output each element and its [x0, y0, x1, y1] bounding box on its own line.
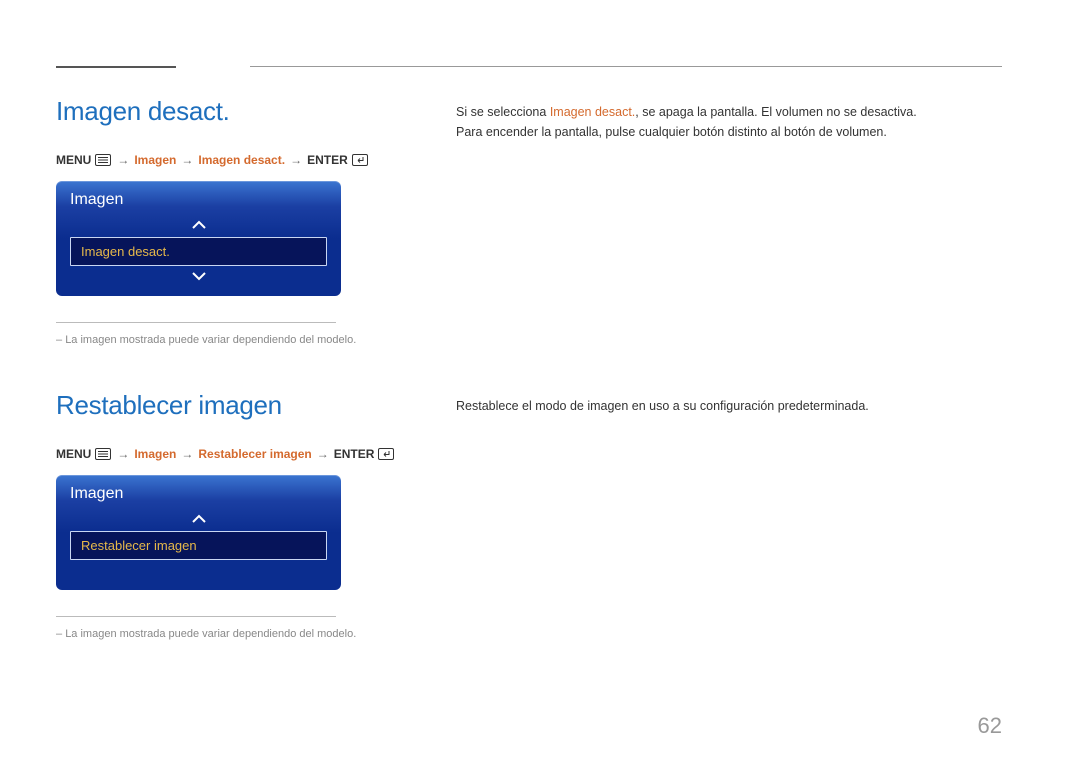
document-page: Imagen desact. MENU → Imagen → Imagen de… [0, 0, 1080, 763]
breadcrumb-enter: ENTER [334, 447, 375, 461]
osd-panel: Imagen Imagen desact. [56, 181, 341, 296]
note-text: La imagen mostrada puede variar dependie… [56, 627, 446, 642]
rule-thick [56, 66, 176, 68]
osd-selected-item: Imagen desact. [70, 237, 327, 266]
section-restablecer-imagen: Restablecer imagen MENU → Imagen → Resta… [56, 390, 1002, 642]
arrow-icon: → [288, 153, 304, 167]
arrow-icon: → [179, 153, 195, 167]
note-divider [56, 616, 336, 617]
section-heading: Imagen desact. [56, 96, 446, 127]
breadcrumb: MENU → Imagen → Restablecer imagen → ENT… [56, 447, 446, 461]
body-paragraph: Para encender la pantalla, pulse cualqui… [456, 122, 1002, 142]
left-column: Imagen desact. MENU → Imagen → Imagen de… [56, 96, 456, 348]
breadcrumb-enter: ENTER [307, 153, 348, 167]
breadcrumb-menu: MENU [56, 153, 91, 167]
note-divider [56, 322, 336, 323]
osd-title: Imagen [56, 181, 341, 217]
section-heading: Restablecer imagen [56, 390, 446, 421]
chevron-up-icon [191, 217, 207, 235]
arrow-icon: → [115, 153, 131, 167]
osd-title: Imagen [56, 475, 341, 511]
enter-icon [352, 154, 368, 166]
section-imagen-desact: Imagen desact. MENU → Imagen → Imagen de… [56, 96, 1002, 348]
menu-icon [95, 154, 111, 166]
breadcrumb: MENU → Imagen → Imagen desact. → ENTER [56, 153, 446, 167]
chevron-down-icon [191, 268, 207, 286]
arrow-icon: → [315, 447, 331, 461]
body-text: Si se selecciona [456, 105, 550, 119]
body-paragraph: Restablece el modo de imagen en uso a su… [456, 396, 1002, 416]
osd-scroll-down-row [56, 268, 341, 286]
osd-panel: Imagen Restablecer imagen [56, 475, 341, 590]
rule-thin [250, 66, 1002, 67]
osd-selected-item: Restablecer imagen [70, 531, 327, 560]
breadcrumb-level1: Imagen [134, 447, 176, 461]
right-column: Si se selecciona Imagen desact., se apag… [456, 96, 1002, 142]
arrow-icon: → [115, 447, 131, 461]
right-column: Restablece el modo de imagen en uso a su… [456, 390, 1002, 416]
body-paragraph: Si se selecciona Imagen desact., se apag… [456, 102, 1002, 122]
enter-icon [378, 448, 394, 460]
breadcrumb-level2: Restablecer imagen [198, 447, 311, 461]
left-column: Restablecer imagen MENU → Imagen → Resta… [56, 390, 456, 642]
page-number: 62 [978, 713, 1002, 739]
body-highlight: Imagen desact. [550, 105, 635, 119]
osd-scroll-up-row [56, 511, 341, 529]
breadcrumb-level1: Imagen [134, 153, 176, 167]
menu-icon [95, 448, 111, 460]
breadcrumb-level2: Imagen desact. [198, 153, 285, 167]
body-text: , se apaga la pantalla. El volumen no se… [635, 105, 916, 119]
arrow-icon: → [179, 447, 195, 461]
osd-scroll-up-row [56, 217, 341, 235]
chevron-up-icon [191, 511, 207, 529]
note-text: La imagen mostrada puede variar dependie… [56, 333, 446, 348]
breadcrumb-menu: MENU [56, 447, 91, 461]
page-content: Imagen desact. MENU → Imagen → Imagen de… [56, 96, 1002, 685]
